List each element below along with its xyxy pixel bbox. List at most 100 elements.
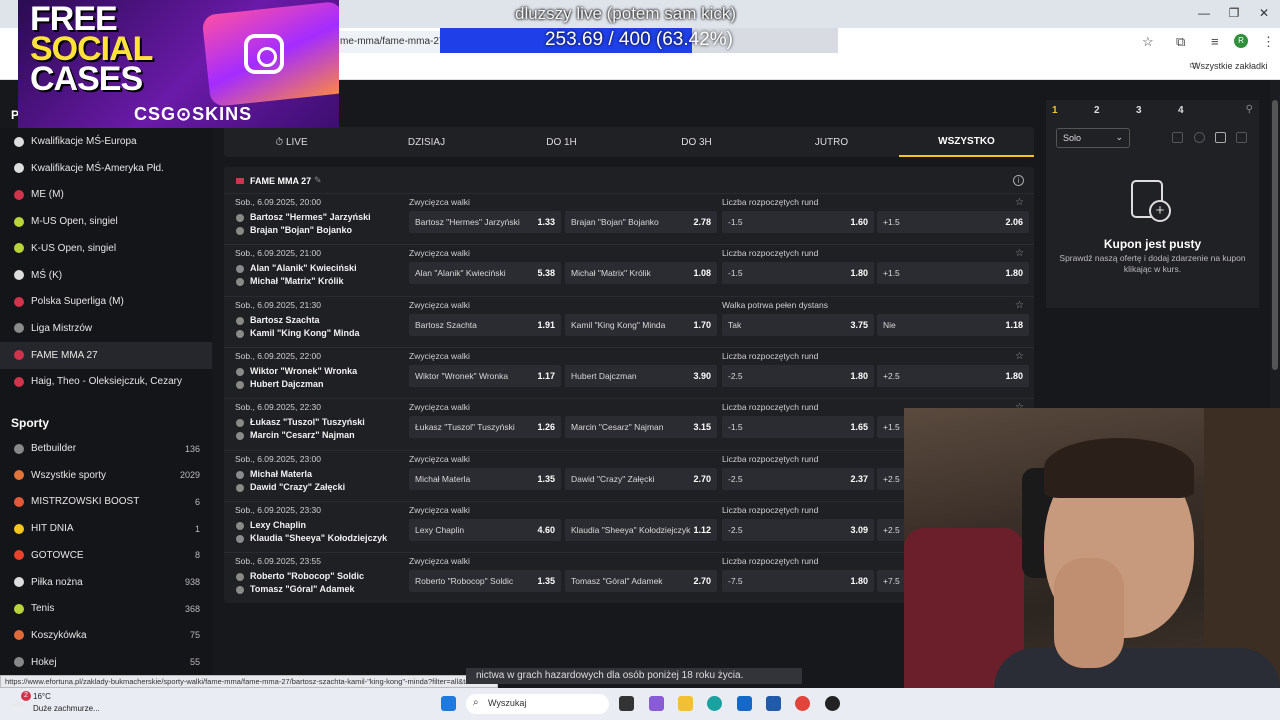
copilot-icon[interactable] xyxy=(649,696,664,711)
add-icon[interactable] xyxy=(1215,132,1226,143)
odds-button[interactable]: -7.5 1.80 xyxy=(722,570,874,593)
fighter-2-name[interactable]: Tomasz "Góral" Adamek xyxy=(250,584,355,594)
odds-button[interactable]: -1.5 1.60 xyxy=(722,211,874,233)
odds-button[interactable]: Hubert Dajczman 3.90 xyxy=(565,364,717,387)
obs-icon[interactable] xyxy=(825,696,840,711)
sport-item[interactable]: Piłka nożna 938 xyxy=(0,569,212,596)
pin-icon[interactable]: ⚲ xyxy=(1246,104,1253,115)
fighter-1-name[interactable]: Roberto "Robocop" Soldic xyxy=(250,571,364,581)
odds-button[interactable]: Klaudia "Sheeya" Kołodziejczyk 1.12 xyxy=(565,518,717,541)
odds-button[interactable]: -2.5 3.09 xyxy=(722,518,874,541)
odds-button[interactable]: +1.5 2.06 xyxy=(877,211,1029,233)
sidebar-item[interactable]: MŚ (K) xyxy=(0,262,212,289)
sidebar-item[interactable]: Liga Mistrzów xyxy=(0,315,212,342)
fighter-1-name[interactable]: Bartosz Szachta xyxy=(250,315,320,325)
tab-3[interactable]: DO 3H xyxy=(629,127,764,157)
media-icon[interactable]: ≡ xyxy=(1211,34,1219,49)
odds-button[interactable]: Marcin "Cesarz" Najman 3.15 xyxy=(565,416,717,439)
fighter-1-name[interactable]: Lexy Chaplin xyxy=(250,520,306,530)
favorite-star-icon[interactable]: ☆ xyxy=(1015,197,1024,208)
tab-1[interactable]: DZISIAJ xyxy=(359,127,494,157)
scrollbar-thumb[interactable] xyxy=(1272,100,1278,370)
odds-button[interactable]: Brajan "Bojan" Bojanko 2.78 xyxy=(565,211,717,233)
coupon-mode-select[interactable]: Solo ⌄ xyxy=(1056,128,1130,148)
odds-button[interactable]: Roberto "Robocop" Soldic 1.35 xyxy=(409,570,561,593)
sidebar-item[interactable]: Kwalifikacje MŚ-Europa xyxy=(0,128,212,155)
odds-button[interactable]: -2.5 2.37 xyxy=(722,467,874,490)
odds-button[interactable]: Michał "Matrix" Królik 1.08 xyxy=(565,262,717,285)
odds-button[interactable]: -1.5 1.80 xyxy=(722,262,874,285)
settings-icon[interactable] xyxy=(1194,132,1205,143)
sport-item[interactable]: GOTOWCE 8 xyxy=(0,542,212,569)
odds-button[interactable]: Kamil "King Kong" Minda 1.70 xyxy=(565,313,717,336)
windows-start-icon[interactable] xyxy=(441,696,456,711)
fighter-1-name[interactable]: Michał Materla xyxy=(250,469,312,479)
maximize-icon[interactable]: ❐ xyxy=(1224,6,1244,20)
odds-button[interactable]: Łukasz "Tuszol" Tuszyński 1.26 xyxy=(409,416,561,439)
copy-icon[interactable] xyxy=(1172,132,1183,143)
menu-icon[interactable]: ⋮ xyxy=(1262,34,1275,50)
fighter-1-name[interactable]: Łukasz "Tuszol" Tuszyński xyxy=(250,417,365,427)
chrome-icon[interactable] xyxy=(795,696,810,711)
coupon-tab-2[interactable]: 2 xyxy=(1094,105,1100,116)
odds-button[interactable]: -2.5 1.80 xyxy=(722,364,874,387)
favorite-star-icon[interactable]: ☆ xyxy=(1015,300,1024,311)
odds-button[interactable]: Alan "Alanik" Kwieciński 5.38 xyxy=(409,262,561,285)
tab-4[interactable]: JUTRO xyxy=(764,127,899,157)
task-view-icon[interactable] xyxy=(619,696,634,711)
fighter-2-name[interactable]: Dawid "Crazy" Załęcki xyxy=(250,482,345,492)
fighter-1-name[interactable]: Alan "Alanik" Kwieciński xyxy=(250,263,357,273)
fighter-1-name[interactable]: Wiktor "Wronek" Wronka xyxy=(250,366,357,376)
coupon-tab-4[interactable]: 4 xyxy=(1178,105,1184,116)
odds-button[interactable]: -1.5 1.65 xyxy=(722,416,874,439)
sidebar-item[interactable]: FAME MMA 27 xyxy=(0,341,212,369)
odds-button[interactable]: Dawid "Crazy" Załęcki 2.70 xyxy=(565,467,717,490)
sport-item[interactable]: HIT DNIA 1 xyxy=(0,515,212,542)
tab-2[interactable]: DO 1H xyxy=(494,127,629,157)
odds-button[interactable]: Bartosz "Hermes" Jarzyński 1.33 xyxy=(409,211,561,233)
odds-button[interactable]: +1.5 1.80 xyxy=(877,262,1029,285)
minimize-icon[interactable]: — xyxy=(1194,6,1214,20)
sport-item[interactable]: Tenis 368 xyxy=(0,595,212,622)
outlook-icon[interactable] xyxy=(737,696,752,711)
favorite-star-icon[interactable]: ☆ xyxy=(1015,248,1024,259)
sport-item[interactable]: Hokej 55 xyxy=(0,649,212,676)
store-icon[interactable] xyxy=(766,696,781,711)
fighter-1-name[interactable]: Bartosz "Hermes" Jarzyński xyxy=(250,212,371,222)
sidebar-item[interactable]: K-US Open, singiel xyxy=(0,235,212,262)
close-icon[interactable]: ✕ xyxy=(1254,6,1274,20)
info-icon[interactable]: i xyxy=(1013,175,1024,186)
fighter-2-name[interactable]: Hubert Dajczman xyxy=(250,379,324,389)
odds-button[interactable]: Tomasz "Góral" Adamek 2.70 xyxy=(565,570,717,593)
bookmark-star-icon[interactable]: ☆ xyxy=(1142,34,1154,50)
all-bookmarks-link[interactable]: Wszystkie zakładki xyxy=(1192,61,1268,71)
sport-item[interactable]: Wszystkie sporty 2029 xyxy=(0,462,212,489)
sport-item[interactable]: Koszykówka 75 xyxy=(0,622,212,649)
sidebar-item[interactable]: Kwalifikacje MŚ-Ameryka Płd. xyxy=(0,155,212,182)
odds-button[interactable]: Michał Materla 1.35 xyxy=(409,467,561,490)
sidebar-item[interactable]: Polska Superliga (M) xyxy=(0,288,212,315)
sidebar-item[interactable]: M-US Open, singiel xyxy=(0,208,212,235)
fighter-2-name[interactable]: Kamil "King Kong" Minda xyxy=(250,328,360,338)
fighter-2-name[interactable]: Michał "Matrix" Królik xyxy=(250,276,344,286)
odds-button[interactable]: Lexy Chaplin 4.60 xyxy=(409,518,561,541)
tab-5[interactable]: WSZYSTKO xyxy=(899,127,1034,157)
extensions-icon[interactable]: ⧉ xyxy=(1176,34,1185,50)
odds-button[interactable]: +2.5 1.80 xyxy=(877,364,1029,387)
coupon-tab-1[interactable]: 1 xyxy=(1052,105,1058,116)
taskbar-search[interactable]: ⌕ Wyszukaj xyxy=(466,694,609,714)
pin-icon[interactable]: ✎ xyxy=(314,175,322,186)
fighter-2-name[interactable]: Marcin "Cesarz" Najman xyxy=(250,430,355,440)
favorite-star-icon[interactable]: ☆ xyxy=(1015,351,1024,362)
odds-button[interactable]: Bartosz Szachta 1.91 xyxy=(409,313,561,336)
fighter-2-name[interactable]: Klaudia "Sheeya" Kołodziejczyk xyxy=(250,533,387,543)
sport-item[interactable]: Betbuilder 136 xyxy=(0,435,212,462)
odds-button[interactable]: Wiktor "Wronek" Wronka 1.17 xyxy=(409,364,561,387)
odds-button[interactable]: Tak 3.75 xyxy=(722,313,874,336)
odds-button[interactable]: Nie 1.18 xyxy=(877,313,1029,336)
sidebar-item[interactable]: ME (M) xyxy=(0,181,212,208)
tab-0[interactable]: ⏱ LIVE xyxy=(224,127,359,157)
trash-icon[interactable] xyxy=(1236,132,1247,143)
sidebar-item[interactable]: Haig, Theo - Oleksiejczuk, Cezary xyxy=(0,368,212,395)
fighter-2-name[interactable]: Brajan "Bojan" Bojanko xyxy=(250,225,352,235)
